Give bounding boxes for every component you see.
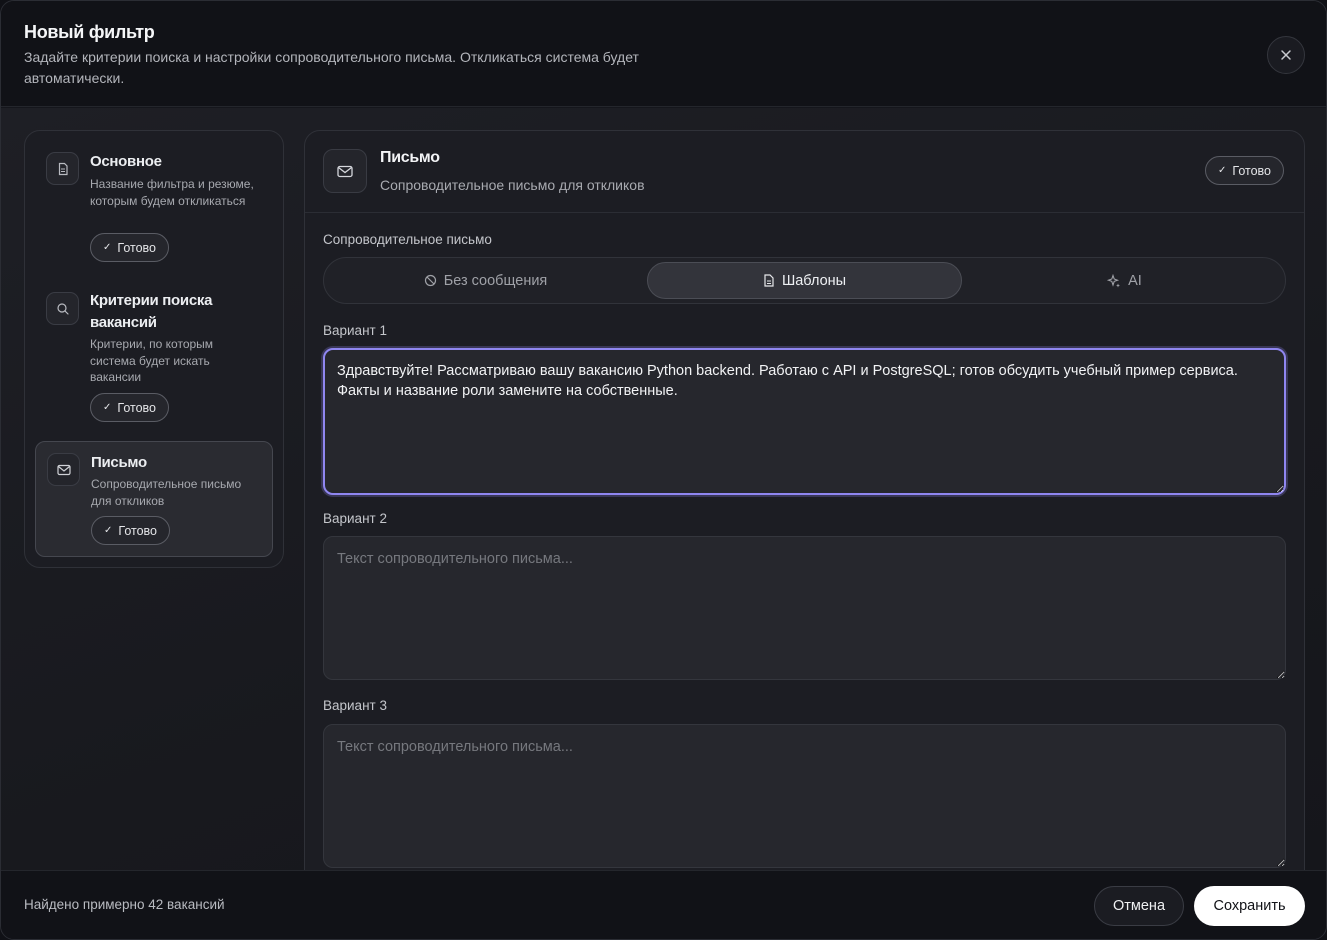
- found-vacancies-count: Найдено примерно 42 вакансий: [24, 897, 225, 912]
- close-button[interactable]: [1267, 36, 1305, 74]
- step-title: Критерии поиска вакансий: [90, 292, 213, 331]
- letter-panel: Письмо Сопроводительное письмо для откли…: [304, 130, 1305, 890]
- step-title: Письмо: [91, 454, 147, 471]
- check-icon: ✓: [103, 402, 112, 413]
- check-icon: ✓: [1218, 165, 1227, 176]
- status-badge: ✓ Готово: [91, 516, 170, 545]
- save-button[interactable]: Сохранить: [1194, 886, 1305, 926]
- step-title: Основное: [90, 153, 162, 170]
- variant-2-textarea[interactable]: [323, 536, 1286, 680]
- mail-icon: [47, 453, 80, 486]
- variant-1-label: Вариант 1: [323, 323, 387, 338]
- mode-label: Без сообщения: [443, 272, 548, 289]
- sparkles-icon: [1107, 273, 1121, 287]
- mode-ai[interactable]: AI: [967, 262, 1282, 299]
- badge-label: Готово: [118, 523, 157, 538]
- mail-icon: [323, 149, 367, 193]
- step-basic[interactable]: Основное Название фильтра и резюме, кото…: [35, 141, 273, 267]
- mode-no-message[interactable]: Без сообщения: [328, 262, 643, 299]
- mode-label: Шаблоны: [781, 272, 847, 289]
- modal-header: Новый фильтр Задайте критерии поиска и н…: [1, 1, 1326, 107]
- document-icon: [46, 152, 79, 185]
- variant-1-textarea[interactable]: Здравствуйте! Рассматриваю вашу вакансию…: [323, 348, 1286, 495]
- panel-subtitle: Сопроводительное письмо для откликов: [380, 177, 645, 193]
- badge-label: Готово: [1232, 163, 1271, 178]
- step-search-criteria[interactable]: Критерии поиска вакансий Критерии, по ко…: [35, 281, 273, 433]
- panel-title: Письмо: [380, 149, 440, 166]
- status-badge: ✓ Готово: [90, 393, 169, 422]
- panel-header: Письмо Сопроводительное письмо для откли…: [305, 131, 1304, 213]
- search-icon: [46, 292, 79, 325]
- modal-title: Новый фильтр: [24, 22, 155, 42]
- document-icon: [764, 274, 774, 287]
- variant-3-textarea[interactable]: [323, 724, 1286, 868]
- step-description: Сопроводительное письмо для откликов: [91, 477, 242, 508]
- modal-subtitle: Задайте критерии поиска и настройки сопр…: [24, 49, 639, 86]
- badge-label: Готово: [117, 400, 156, 415]
- letter-mode-selector: Без сообщения Шаблоны AI: [323, 257, 1286, 304]
- check-icon: ✓: [104, 525, 113, 536]
- step-letter[interactable]: Письмо Сопроводительное письмо для откли…: [35, 441, 273, 557]
- status-badge: ✓ Готово: [1205, 156, 1284, 185]
- check-icon: ✓: [103, 242, 112, 253]
- badge-label: Готово: [117, 240, 156, 255]
- new-filter-modal: Новый фильтр Задайте критерии поиска и н…: [0, 0, 1327, 940]
- status-badge: ✓ Готово: [90, 233, 169, 262]
- mode-label: AI: [1128, 272, 1142, 289]
- variant-2-label: Вариант 2: [323, 511, 387, 526]
- ban-icon: [424, 274, 436, 287]
- modal-body: Основное Название фильтра и резюме, кото…: [1, 108, 1326, 890]
- steps-sidebar: Основное Название фильтра и резюме, кото…: [24, 130, 284, 568]
- step-description: Критерии, по которым система будет искат…: [90, 337, 214, 384]
- cover-letter-label: Сопроводительное письмо: [323, 232, 492, 247]
- mode-templates[interactable]: Шаблоны: [647, 262, 962, 299]
- variant-3-label: Вариант 3: [323, 698, 387, 713]
- step-description: Название фильтра и резюме, которым будем…: [90, 177, 254, 208]
- modal-footer: Найдено примерно 42 вакансий Отмена Сохр…: [1, 870, 1326, 939]
- close-icon: [1281, 50, 1291, 60]
- cancel-button[interactable]: Отмена: [1094, 886, 1184, 926]
